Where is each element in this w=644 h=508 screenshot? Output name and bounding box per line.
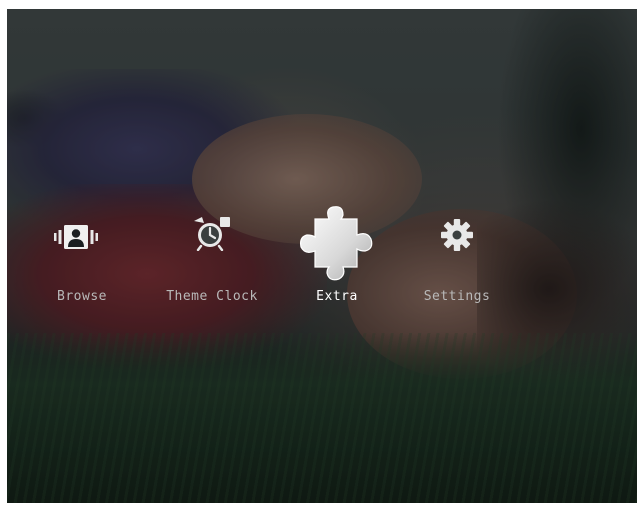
gear-icon bbox=[441, 219, 473, 251]
menu-item-theme-clock[interactable]: Theme Clock bbox=[147, 209, 277, 319]
photo-frame-screen: Browse Theme Clock Extra Settings bbox=[7, 9, 637, 503]
main-menu: Browse Theme Clock Extra Settings bbox=[7, 9, 637, 503]
menu-item-settings[interactable]: Settings bbox=[412, 209, 502, 319]
browse-photos-icon bbox=[54, 225, 98, 249]
menu-item-extra[interactable]: Extra bbox=[292, 206, 382, 319]
menu-item-label: Theme Clock bbox=[166, 289, 258, 304]
menu-item-browse[interactable]: Browse bbox=[37, 209, 127, 319]
puzzle-piece-icon bbox=[300, 206, 373, 281]
alarm-clock-icon bbox=[194, 217, 230, 251]
menu-item-label: Extra bbox=[316, 289, 358, 304]
menu-item-label: Settings bbox=[423, 289, 491, 304]
menu-item-label: Browse bbox=[57, 289, 107, 304]
